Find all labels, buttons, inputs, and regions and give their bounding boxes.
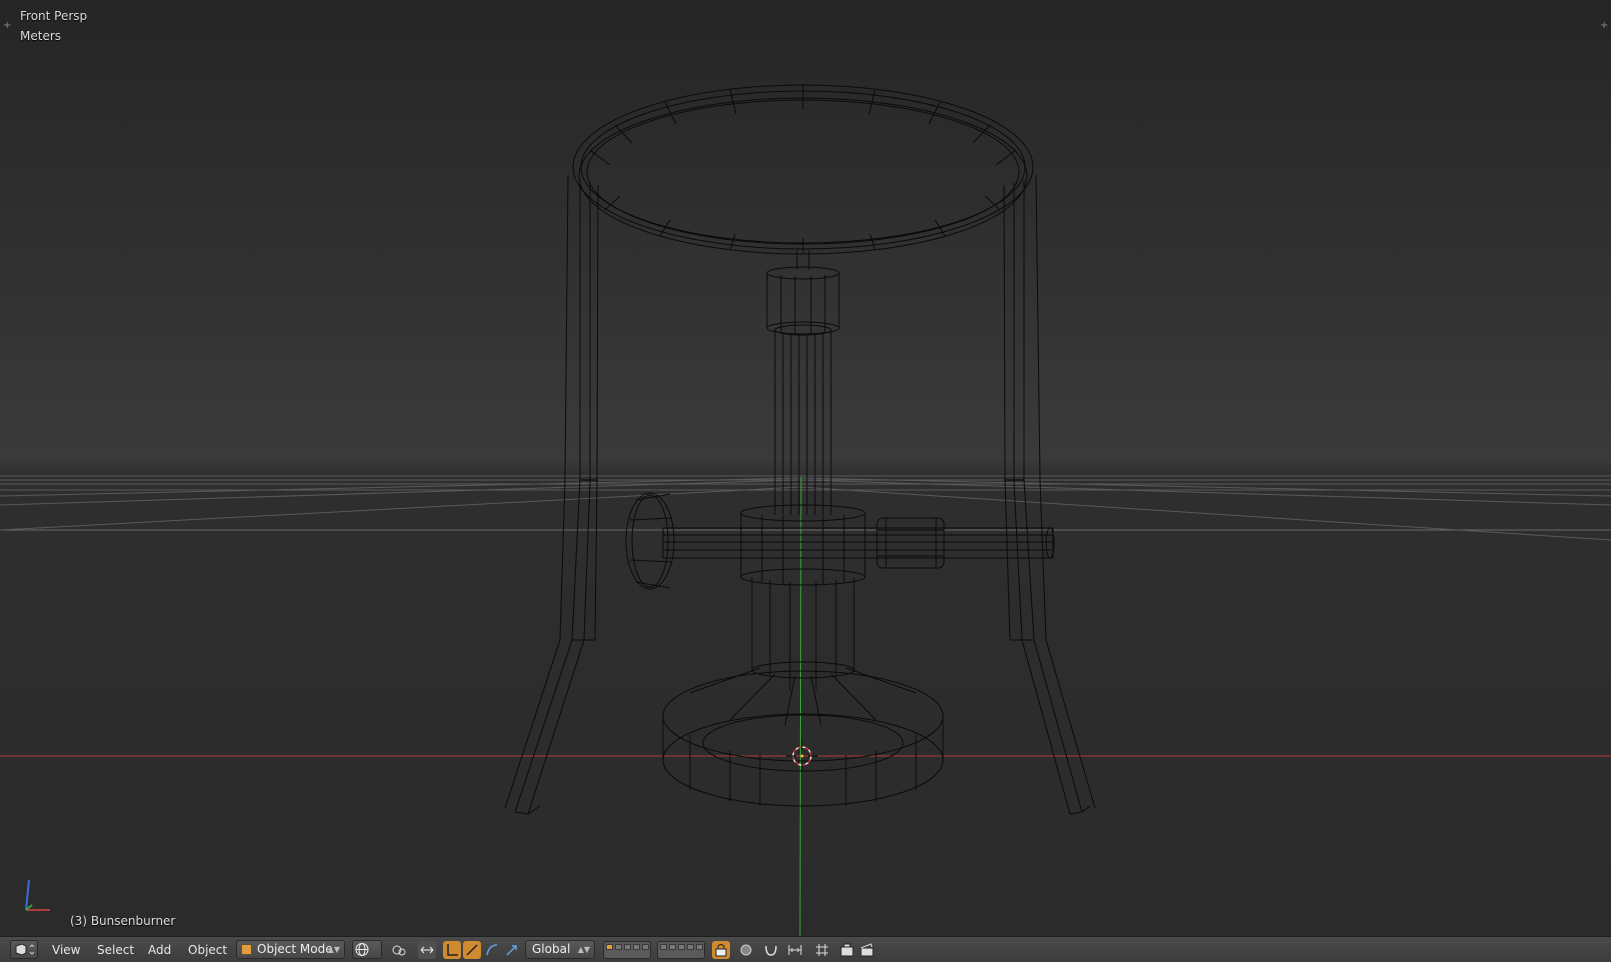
chevron-updown-icon: ▲▼ bbox=[327, 945, 340, 954]
layer-8-icon bbox=[678, 944, 685, 950]
layers-group-1[interactable] bbox=[603, 941, 651, 959]
split-handle-left[interactable]: + bbox=[3, 21, 11, 31]
snap-element-icon bbox=[788, 945, 802, 955]
scene-canvas[interactable] bbox=[0, 0, 1611, 936]
pivot-point-button[interactable] bbox=[390, 941, 408, 959]
chevron-updown-icon: ▲▼ bbox=[577, 945, 590, 954]
menu-add[interactable]: Add bbox=[148, 942, 171, 958]
shading-icon bbox=[355, 943, 369, 956]
rotate-icon bbox=[466, 944, 478, 956]
snap-toggle[interactable] bbox=[762, 941, 780, 959]
snap-target-dropdown[interactable] bbox=[786, 941, 804, 959]
axis-gizmo bbox=[25, 879, 50, 911]
orientation-label: Global bbox=[532, 942, 571, 956]
rotate-button[interactable] bbox=[463, 941, 481, 959]
clapper-icon bbox=[860, 943, 874, 957]
proportional-edit-button[interactable] bbox=[737, 941, 755, 959]
lock-layers-button[interactable] bbox=[712, 941, 730, 959]
translate-icon bbox=[447, 944, 458, 956]
proportional-icon bbox=[740, 944, 752, 956]
layer-4-icon bbox=[633, 944, 640, 950]
editor-type-icon bbox=[15, 943, 35, 956]
y-axis-line bbox=[799, 476, 802, 936]
lock-icon bbox=[715, 944, 727, 957]
split-handle-right[interactable]: + bbox=[1600, 21, 1608, 31]
menu-view[interactable]: View bbox=[52, 942, 80, 958]
snap-icon bbox=[765, 945, 777, 956]
layer-2-icon bbox=[615, 944, 622, 950]
manipulator-icon bbox=[420, 946, 434, 954]
viewport-header: View Select Add Object Object Mode ▲▼ Gl… bbox=[0, 936, 1611, 962]
bunsen-burner-wireframe[interactable] bbox=[504, 84, 1096, 815]
menu-object[interactable]: Object bbox=[188, 942, 227, 958]
grid-snap-icon bbox=[816, 944, 828, 956]
blender-3d-view: Front Persp Meters (3) Bunsenburner + + … bbox=[0, 0, 1611, 962]
active-object-label: (3) Bunsenburner bbox=[70, 914, 176, 928]
snap-options-button[interactable] bbox=[813, 941, 831, 959]
render-button[interactable] bbox=[838, 941, 856, 959]
units-label: Meters bbox=[20, 29, 62, 43]
mode-dropdown[interactable]: Object Mode ▲▼ bbox=[236, 940, 345, 959]
burner-nozzle bbox=[766, 266, 840, 335]
gas-inlet-tube bbox=[662, 527, 1055, 559]
layers-group-2[interactable] bbox=[657, 941, 705, 959]
render-animation-button[interactable] bbox=[858, 941, 876, 959]
scale-button[interactable] bbox=[483, 941, 501, 959]
tube-collar bbox=[876, 517, 945, 569]
layer-5-icon bbox=[642, 944, 649, 950]
layer-1-icon bbox=[606, 944, 613, 950]
layer-10-icon bbox=[696, 944, 703, 950]
shading-dropdown[interactable] bbox=[352, 940, 382, 959]
mode-label: Object Mode bbox=[257, 942, 333, 956]
air-regulator bbox=[740, 504, 866, 586]
burner-barrel bbox=[774, 324, 832, 515]
object-mode-icon bbox=[241, 944, 252, 955]
floor-grid bbox=[0, 475, 1611, 541]
arrow-icon bbox=[506, 945, 517, 956]
editor-type-dropdown[interactable] bbox=[10, 940, 38, 959]
burner-base bbox=[662, 667, 944, 807]
3d-cursor[interactable] bbox=[786, 740, 818, 772]
lower-barrel bbox=[751, 578, 855, 690]
pivot-icon bbox=[392, 945, 406, 956]
menu-select[interactable]: Select bbox=[97, 942, 134, 958]
manipulator-toggle[interactable] bbox=[418, 941, 436, 959]
view-name-label: Front Persp bbox=[20, 9, 88, 23]
translate-button[interactable] bbox=[443, 941, 461, 959]
layer-6-icon bbox=[660, 944, 667, 950]
layer-3-icon bbox=[624, 944, 631, 950]
transform-arrow-button[interactable] bbox=[503, 941, 521, 959]
orientation-dropdown[interactable]: Global ▲▼ bbox=[525, 940, 595, 959]
3d-viewport[interactable]: Front Persp Meters (3) Bunsenburner + + bbox=[0, 0, 1611, 936]
scale-icon bbox=[486, 944, 498, 956]
layer-9-icon bbox=[687, 944, 694, 950]
render-icon bbox=[840, 943, 854, 957]
layer-7-icon bbox=[669, 944, 676, 950]
valve-knob bbox=[625, 492, 675, 590]
